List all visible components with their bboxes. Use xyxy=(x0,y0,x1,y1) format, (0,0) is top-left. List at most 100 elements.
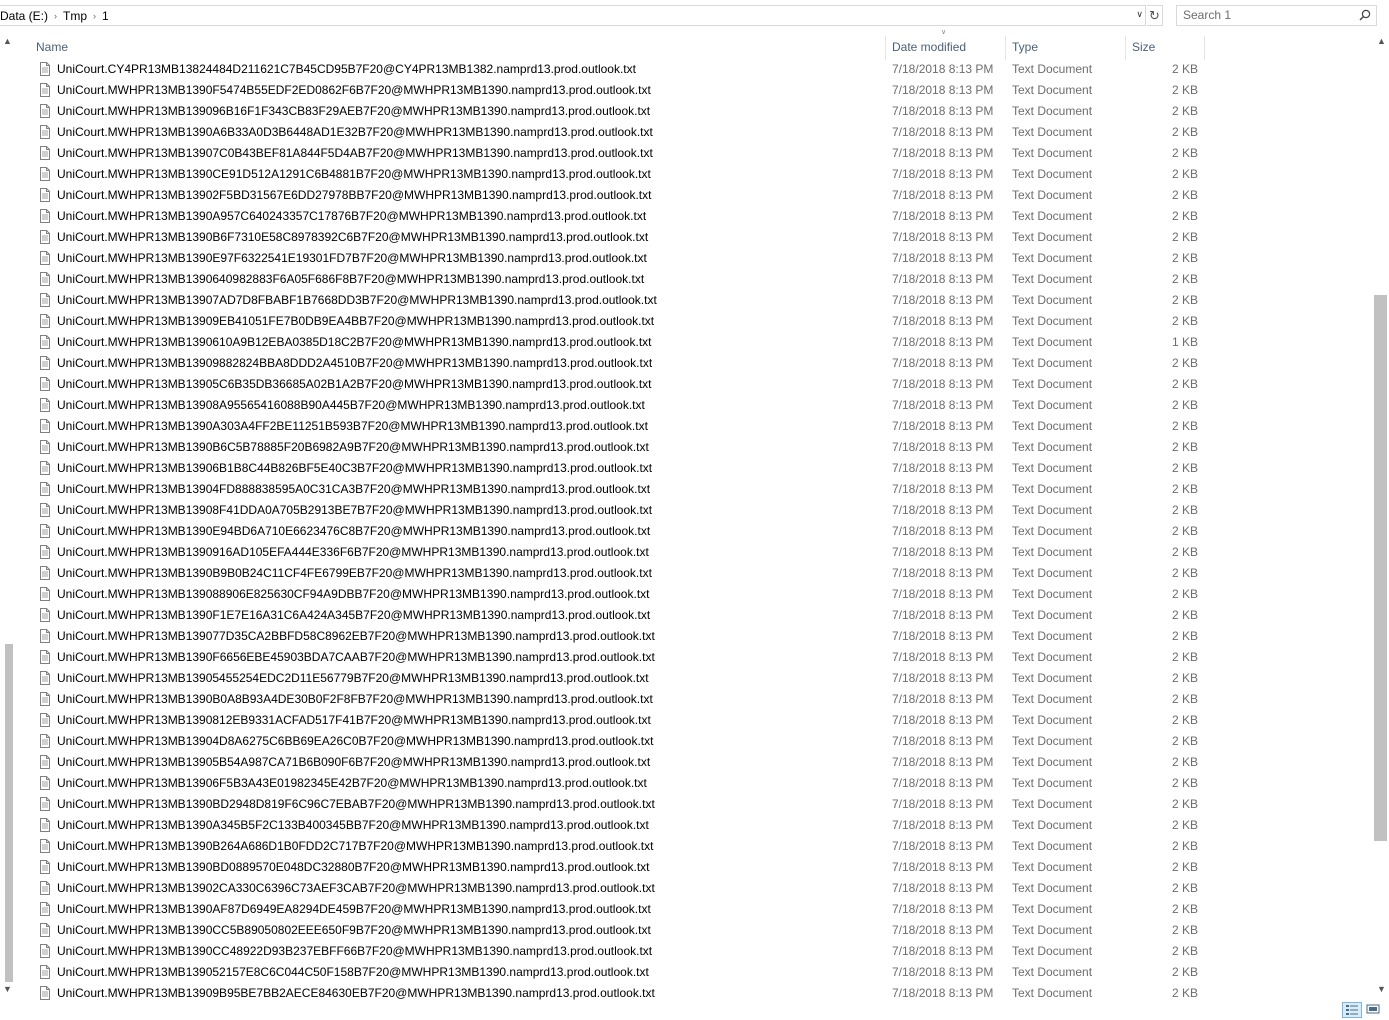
file-name[interactable]: UniCourt.MWHPR13MB1390F1E7E16A31C6A424A3… xyxy=(57,605,650,626)
file-name[interactable]: UniCourt.MWHPR13MB13908A95565416088B90A4… xyxy=(57,395,645,416)
file-name[interactable]: UniCourt.MWHPR13MB1390B6C5B78885F20B6982… xyxy=(57,437,649,458)
file-row[interactable]: UniCourt.MWHPR13MB1390B9B0B24C11CF4FE679… xyxy=(30,563,1210,584)
file-row[interactable]: UniCourt.MWHPR13MB1390B6F7310E58C8978392… xyxy=(30,227,1210,248)
scroll-up-icon[interactable]: ▲ xyxy=(1377,36,1386,46)
file-row[interactable]: UniCourt.MWHPR13MB1390B0A8B93A4DE30B0F2F… xyxy=(30,689,1210,710)
file-row[interactable]: UniCourt.MWHPR13MB1390CC48922D93B237EBFF… xyxy=(30,941,1210,962)
file-name[interactable]: UniCourt.MWHPR13MB139096B16F1F343CB83F29… xyxy=(57,101,650,122)
scroll-up-icon[interactable]: ▲ xyxy=(3,36,12,46)
file-row[interactable]: UniCourt.MWHPR13MB1390F5474B55EDF2ED0862… xyxy=(30,80,1210,101)
file-name[interactable]: UniCourt.MWHPR13MB1390A957C640243357C178… xyxy=(57,206,646,227)
file-row[interactable]: UniCourt.MWHPR13MB1390BD2948D819F6C96C7E… xyxy=(30,794,1210,815)
file-name[interactable]: UniCourt.MWHPR13MB13909EB41051FE7B0DB9EA… xyxy=(57,311,654,332)
breadcrumb-folder-current[interactable]: 1 xyxy=(98,9,113,23)
file-name[interactable]: UniCourt.MWHPR13MB13907AD7D8FBABF1B7668D… xyxy=(57,290,657,311)
scrollbar-thumb[interactable] xyxy=(1374,295,1387,841)
file-row[interactable]: UniCourt.MWHPR13MB13907AD7D8FBABF1B7668D… xyxy=(30,290,1210,311)
file-name[interactable]: UniCourt.MWHPR13MB1390A345B5F2C133B40034… xyxy=(57,815,649,836)
file-name[interactable]: UniCourt.MWHPR13MB1390640982883F6A05F686… xyxy=(57,269,644,290)
file-name[interactable]: UniCourt.MWHPR13MB13906F5B3A43E01982345E… xyxy=(57,773,647,794)
file-row[interactable]: UniCourt.MWHPR13MB13909B95BE7BB2AECE8463… xyxy=(30,983,1210,1001)
file-row[interactable]: UniCourt.MWHPR13MB139096B16F1F343CB83F29… xyxy=(30,101,1210,122)
file-name[interactable]: UniCourt.MWHPR13MB1390B264A686D1B0FDD2C7… xyxy=(57,836,653,857)
chevron-down-icon[interactable]: ∨ xyxy=(1136,9,1143,20)
file-row[interactable]: UniCourt.MWHPR13MB1390A957C640243357C178… xyxy=(30,206,1210,227)
file-name[interactable]: UniCourt.MWHPR13MB13907C0B43BEF81A844F5D… xyxy=(57,143,653,164)
column-divider[interactable] xyxy=(1204,36,1205,60)
file-name[interactable]: UniCourt.MWHPR13MB13905455254EDC2D11E567… xyxy=(57,668,649,689)
file-row[interactable]: UniCourt.MWHPR13MB13909EB41051FE7B0DB9EA… xyxy=(30,311,1210,332)
details-view-icon[interactable] xyxy=(1342,1002,1362,1018)
file-name[interactable]: UniCourt.MWHPR13MB1390CC5B89050802EEE650… xyxy=(57,920,651,941)
file-name[interactable]: UniCourt.MWHPR13MB13909B95BE7BB2AECE8463… xyxy=(57,983,655,1001)
file-row[interactable]: UniCourt.MWHPR13MB13902F5BD31567E6DD2797… xyxy=(30,185,1210,206)
file-row[interactable]: UniCourt.MWHPR13MB1390610A9B12EBA0385D18… xyxy=(30,332,1210,353)
file-name[interactable]: UniCourt.MWHPR13MB139088906E825630CF94A9… xyxy=(57,584,649,605)
address-bar[interactable]: Data (E:) › Tmp › 1 ∨ xyxy=(0,5,1146,26)
file-name[interactable]: UniCourt.MWHPR13MB13905C6B35DB36685A02B1… xyxy=(57,374,652,395)
search-box[interactable] xyxy=(1176,5,1377,26)
file-name[interactable]: UniCourt.MWHPR13MB13904FD888838595A0C31C… xyxy=(57,479,650,500)
file-row[interactable]: UniCourt.MWHPR13MB1390640982883F6A05F686… xyxy=(30,269,1210,290)
column-size[interactable]: Size xyxy=(1126,36,1204,58)
file-name[interactable]: UniCourt.MWHPR13MB1390BD0889570E048DC328… xyxy=(57,857,650,878)
file-row[interactable]: UniCourt.MWHPR13MB13905B54A987CA71B6B090… xyxy=(30,752,1210,773)
file-name[interactable]: UniCourt.MWHPR13MB1390B9B0B24C11CF4FE679… xyxy=(57,563,652,584)
file-row[interactable]: UniCourt.MWHPR13MB1390F6656EBE45903BDA7C… xyxy=(30,647,1210,668)
file-name[interactable]: UniCourt.MWHPR13MB13902F5BD31567E6DD2797… xyxy=(57,185,651,206)
search-icon[interactable] xyxy=(1359,9,1371,21)
file-row[interactable]: UniCourt.MWHPR13MB1390812EB9331ACFAD517F… xyxy=(30,710,1210,731)
file-row[interactable]: UniCourt.MWHPR13MB139052157E8C6C044C50F1… xyxy=(30,962,1210,983)
file-name[interactable]: UniCourt.MWHPR13MB1390812EB9331ACFAD517F… xyxy=(57,710,651,731)
file-name[interactable]: UniCourt.MWHPR13MB1390E94BD6A710E6623476… xyxy=(57,521,650,542)
file-row[interactable]: UniCourt.MWHPR13MB1390E97F6322541E19301F… xyxy=(30,248,1210,269)
file-row[interactable]: UniCourt.MWHPR13MB1390E94BD6A710E6623476… xyxy=(30,521,1210,542)
file-row[interactable]: UniCourt.MWHPR13MB13905C6B35DB36685A02B1… xyxy=(30,374,1210,395)
file-row[interactable]: UniCourt.MWHPR13MB1390B264A686D1B0FDD2C7… xyxy=(30,836,1210,857)
file-row[interactable]: UniCourt.CY4PR13MB13824484D211621C7B45CD… xyxy=(30,59,1210,80)
file-row[interactable]: UniCourt.MWHPR13MB13904FD888838595A0C31C… xyxy=(30,479,1210,500)
breadcrumb-drive[interactable]: Data (E:) xyxy=(0,9,52,23)
scroll-down-icon[interactable]: ▼ xyxy=(1377,984,1386,994)
navigation-pane-scrollbar[interactable]: ▲ ▼ xyxy=(0,34,14,1000)
file-row[interactable]: UniCourt.MWHPR13MB1390A6B33A0D3B6448AD1E… xyxy=(30,122,1210,143)
file-row[interactable]: UniCourt.MWHPR13MB13908A95565416088B90A4… xyxy=(30,395,1210,416)
file-row[interactable]: UniCourt.MWHPR13MB13906F5B3A43E01982345E… xyxy=(30,773,1210,794)
file-row[interactable]: UniCourt.MWHPR13MB1390916AD105EFA444E336… xyxy=(30,542,1210,563)
file-row[interactable]: UniCourt.MWHPR13MB1390AF87D6949EA8294DE4… xyxy=(30,899,1210,920)
file-row[interactable]: UniCourt.MWHPR13MB1390A345B5F2C133B40034… xyxy=(30,815,1210,836)
file-name[interactable]: UniCourt.MWHPR13MB1390CE91D512A1291C6B48… xyxy=(57,164,651,185)
file-name[interactable]: UniCourt.MWHPR13MB1390610A9B12EBA0385D18… xyxy=(57,332,652,353)
file-row[interactable]: UniCourt.MWHPR13MB13908F41DDA0A705B2913B… xyxy=(30,500,1210,521)
column-date-modified[interactable]: Date modified xyxy=(886,36,1005,58)
file-row[interactable]: UniCourt.MWHPR13MB13906B1B8C44B826BF5E40… xyxy=(30,458,1210,479)
file-name[interactable]: UniCourt.MWHPR13MB1390BD2948D819F6C96C7E… xyxy=(57,794,655,815)
file-name[interactable]: UniCourt.MWHPR13MB1390F6656EBE45903BDA7C… xyxy=(57,647,655,668)
file-name[interactable]: UniCourt.MWHPR13MB13902CA330C6396C73AEF3… xyxy=(57,878,655,899)
file-name[interactable]: UniCourt.MWHPR13MB1390B6F7310E58C8978392… xyxy=(57,227,648,248)
file-name[interactable]: UniCourt.MWHPR13MB139052157E8C6C044C50F1… xyxy=(57,962,649,983)
file-name[interactable]: UniCourt.MWHPR13MB1390B0A8B93A4DE30B0F2F… xyxy=(57,689,653,710)
file-name[interactable]: UniCourt.MWHPR13MB13905B54A987CA71B6B090… xyxy=(57,752,650,773)
file-row[interactable]: UniCourt.MWHPR13MB1390BD0889570E048DC328… xyxy=(30,857,1210,878)
file-name[interactable]: UniCourt.MWHPR13MB13908F41DDA0A705B2913B… xyxy=(57,500,652,521)
file-name[interactable]: UniCourt.MWHPR13MB1390E97F6322541E19301F… xyxy=(57,248,647,269)
file-row[interactable]: UniCourt.MWHPR13MB13902CA330C6396C73AEF3… xyxy=(30,878,1210,899)
large-icons-view-icon[interactable] xyxy=(1364,1002,1384,1018)
file-row[interactable]: UniCourt.MWHPR13MB13905455254EDC2D11E567… xyxy=(30,668,1210,689)
file-row[interactable]: UniCourt.MWHPR13MB13904D8A6275C6BB69EA26… xyxy=(30,731,1210,752)
file-name[interactable]: UniCourt.MWHPR13MB13909882824BBA8DDD2A45… xyxy=(57,353,652,374)
column-name[interactable]: Name xyxy=(30,36,885,58)
breadcrumb-separator-icon[interactable]: › xyxy=(52,11,59,21)
scrollbar-thumb[interactable] xyxy=(5,644,13,982)
refresh-icon[interactable]: ↻ xyxy=(1147,5,1163,26)
breadcrumb-folder-tmp[interactable]: Tmp xyxy=(59,9,91,23)
vertical-scrollbar[interactable]: ▲ ▼ xyxy=(1372,34,1389,1000)
file-name[interactable]: UniCourt.MWHPR13MB1390A303A4FF2BE11251B5… xyxy=(57,416,648,437)
breadcrumb-separator-icon[interactable]: › xyxy=(91,11,98,21)
file-name[interactable]: UniCourt.MWHPR13MB13906B1B8C44B826BF5E40… xyxy=(57,458,652,479)
file-row[interactable]: UniCourt.MWHPR13MB139088906E825630CF94A9… xyxy=(30,584,1210,605)
file-name[interactable]: UniCourt.MWHPR13MB139077D35CA2BBFD58C896… xyxy=(57,626,655,647)
file-name[interactable]: UniCourt.MWHPR13MB1390916AD105EFA444E336… xyxy=(57,542,649,563)
file-row[interactable]: UniCourt.MWHPR13MB1390B6C5B78885F20B6982… xyxy=(30,437,1210,458)
